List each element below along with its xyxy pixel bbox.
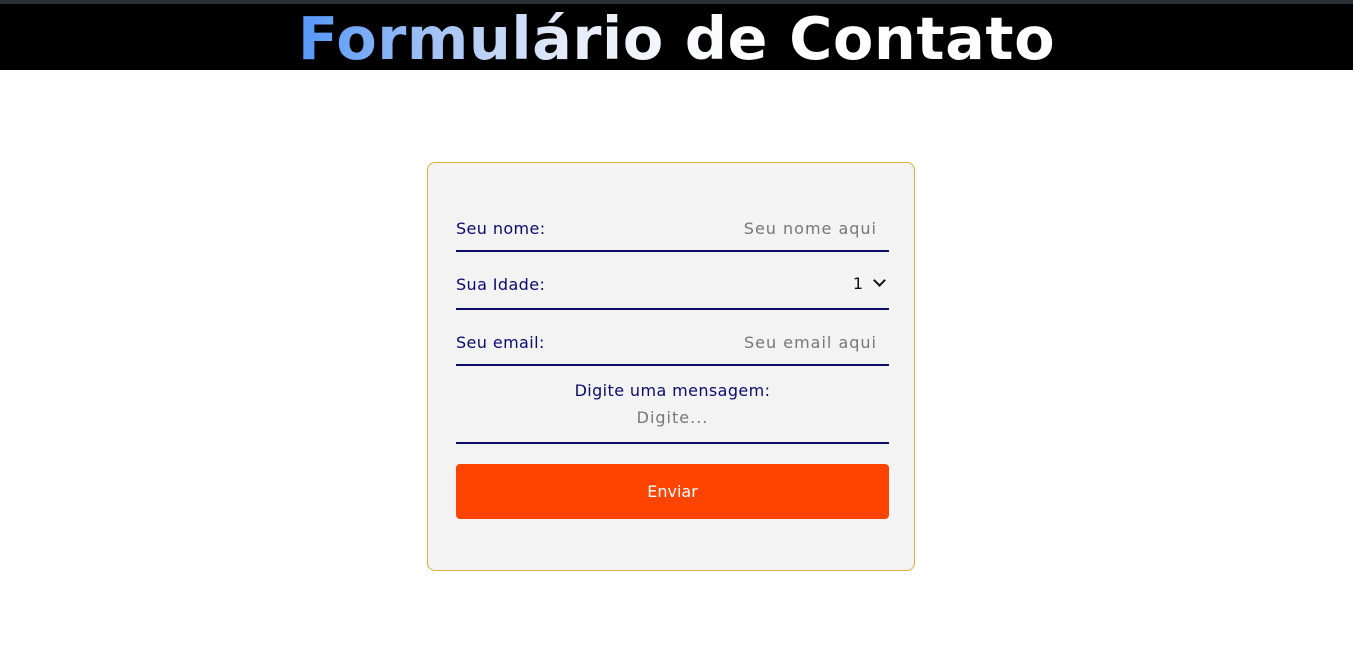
page-header: Formulário de Contato	[0, 4, 1353, 73]
age-field-row: Sua Idade: 1	[456, 263, 889, 310]
contact-form: Seu nome: Sua Idade: 1 Seu email: Digite…	[427, 162, 915, 571]
age-select[interactable]: 1	[853, 271, 889, 295]
email-label: Seu email:	[456, 333, 545, 352]
age-label: Sua Idade:	[456, 275, 546, 294]
age-select-value: 1	[852, 273, 863, 293]
email-field-row: Seu email:	[456, 321, 889, 366]
name-label: Seu nome:	[456, 219, 546, 238]
submit-button[interactable]: Enviar	[456, 464, 889, 519]
chevron-down-icon	[873, 274, 886, 287]
message-input[interactable]	[456, 408, 889, 427]
name-field-row: Seu nome:	[456, 207, 889, 252]
email-input[interactable]	[677, 333, 877, 352]
page-title: Formulário de Contato	[0, 4, 1353, 73]
message-label: Digite uma mensagem:	[574, 381, 771, 400]
name-input[interactable]	[677, 219, 877, 238]
message-field-row: Digite uma mensagem:	[456, 377, 889, 444]
